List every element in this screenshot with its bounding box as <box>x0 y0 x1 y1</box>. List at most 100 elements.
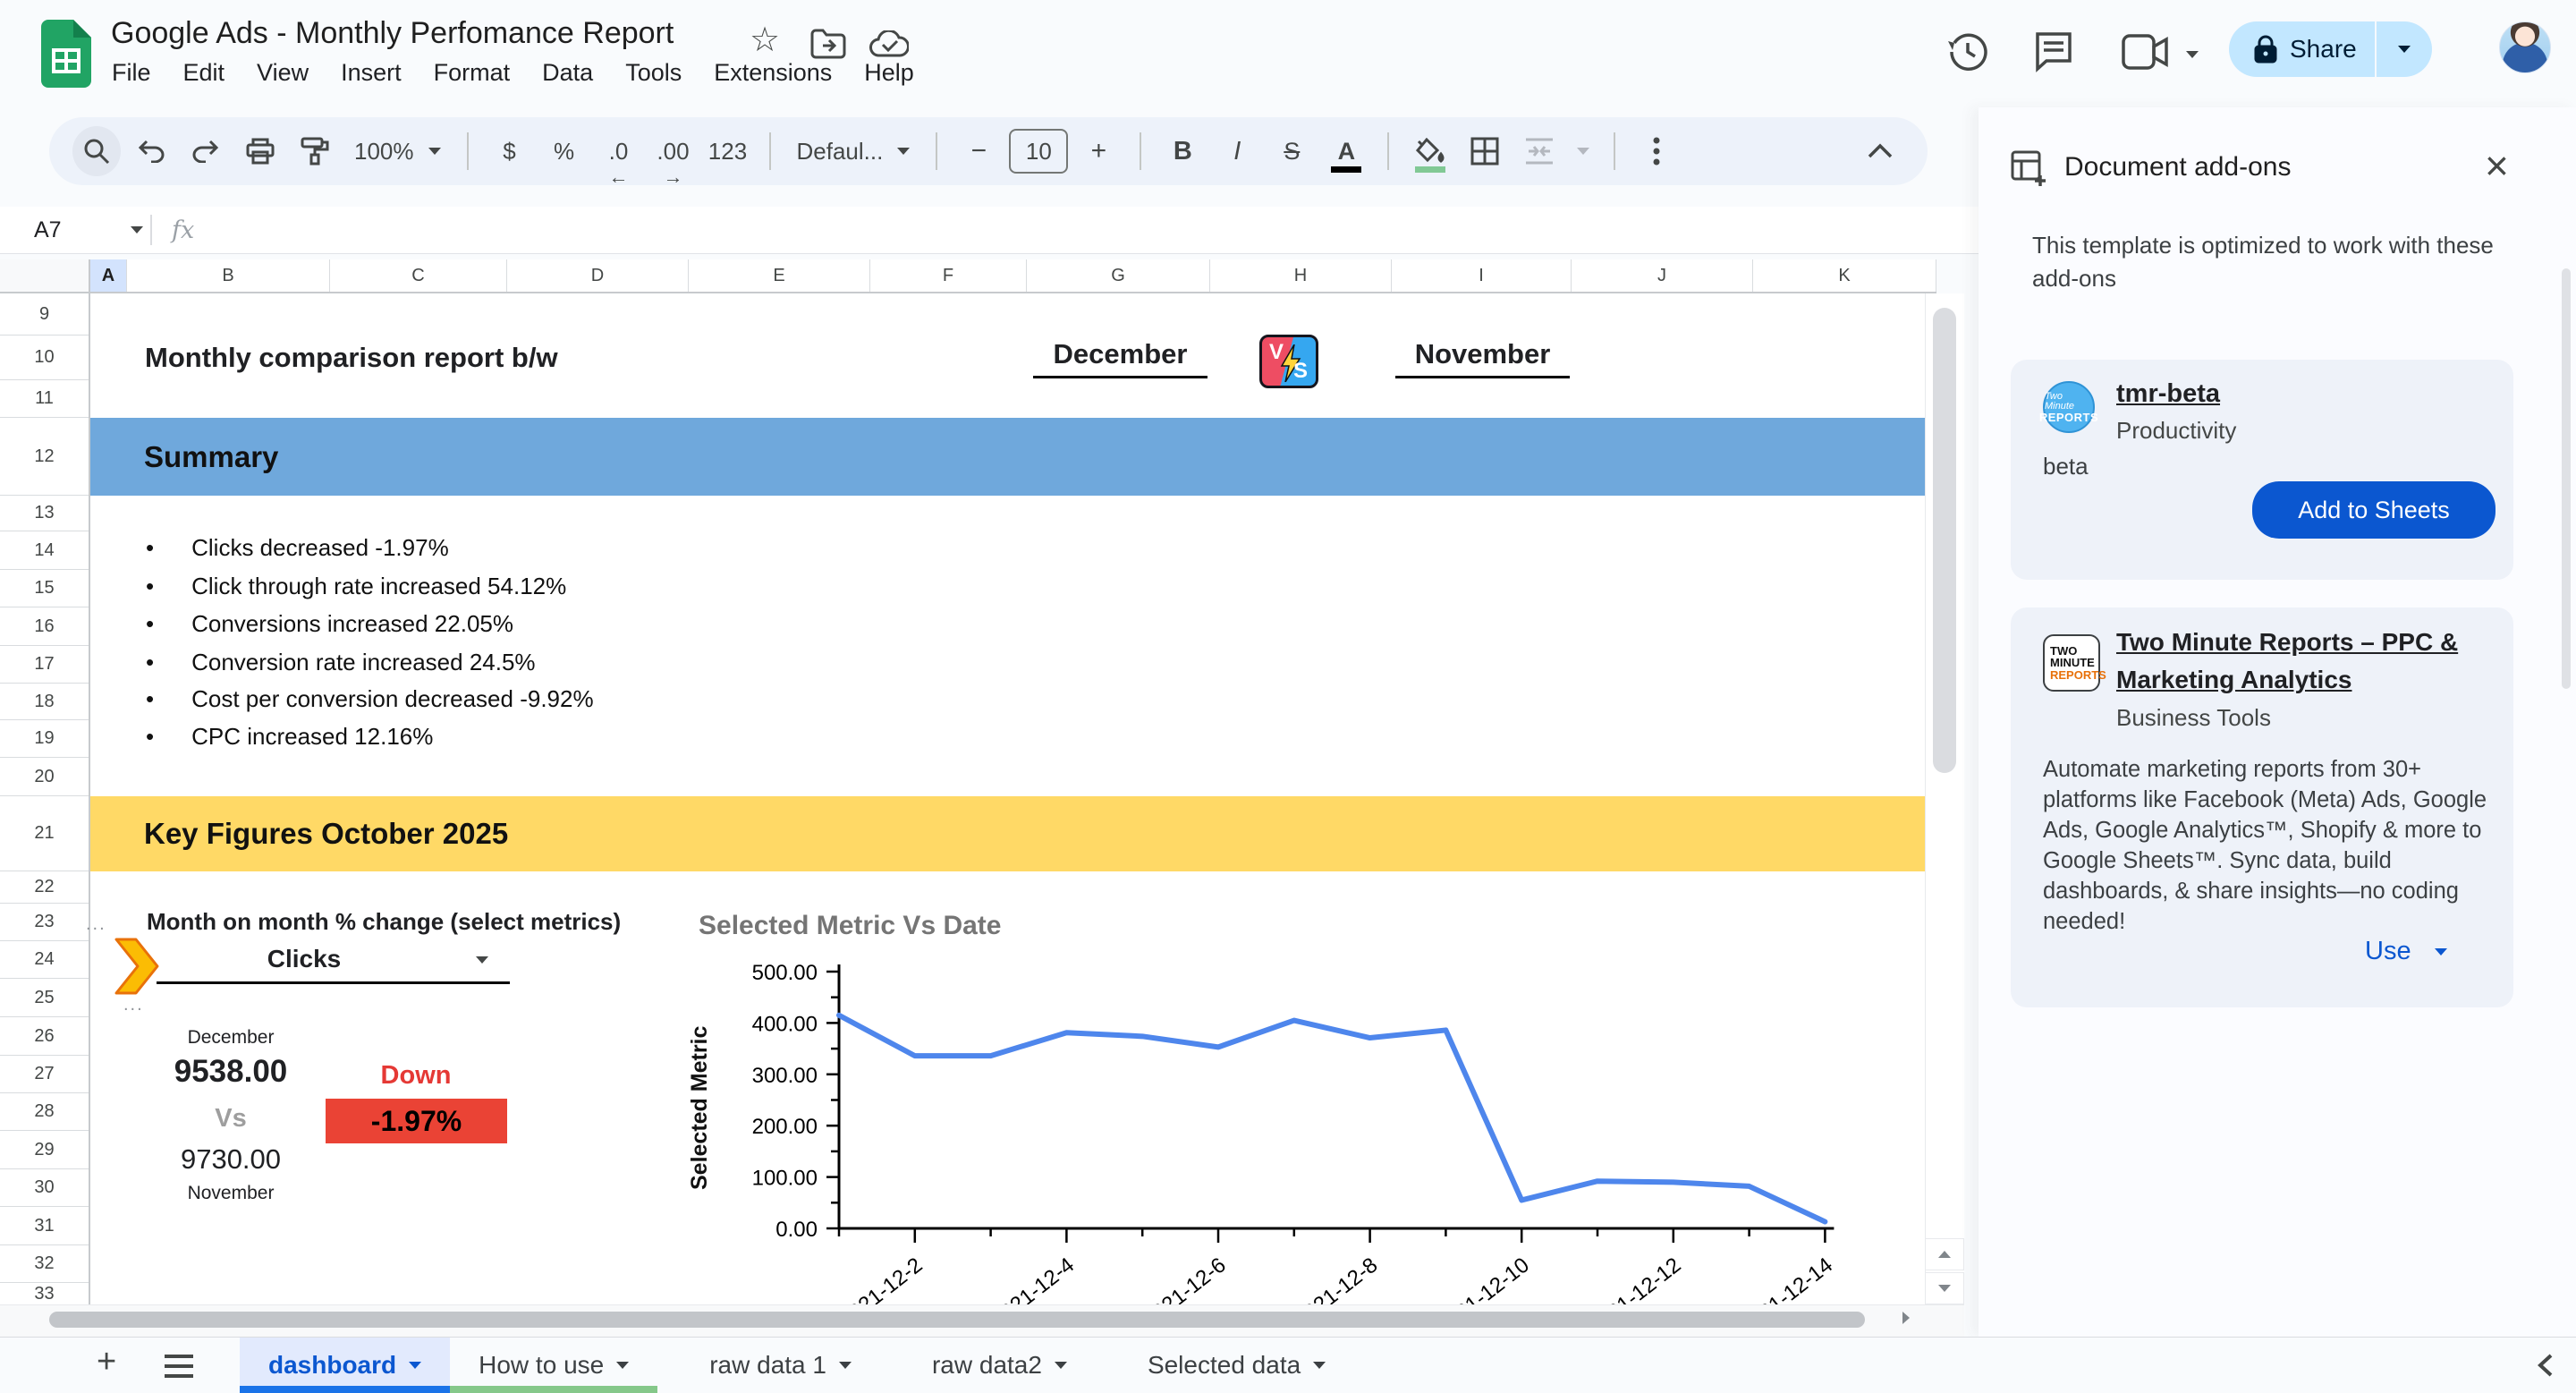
row-header-10[interactable]: 10 <box>0 336 89 380</box>
scroll-up-button[interactable] <box>1925 1238 1964 1270</box>
metric-dropdown-caret[interactable] <box>476 952 488 968</box>
document-title[interactable]: Google Ads - Monthly Perfomance Report <box>111 16 674 51</box>
font-size-input[interactable]: 10 <box>1009 129 1068 174</box>
column-header-B[interactable]: B <box>127 259 330 292</box>
merge-cells-button[interactable] <box>1515 126 1563 176</box>
print-icon[interactable] <box>236 126 284 176</box>
add-to-sheets-button[interactable]: Add to Sheets <box>2252 481 2496 539</box>
decrease-decimals-button[interactable]: .0← <box>595 126 643 176</box>
vertical-scrollbar-thumb[interactable] <box>1933 308 1956 773</box>
zoom-select[interactable]: 100% <box>345 126 450 176</box>
format-currency-button[interactable]: $ <box>486 126 534 176</box>
row-header-33[interactable]: 33 <box>0 1283 89 1304</box>
decrease-font-size-button[interactable]: − <box>954 126 1003 176</box>
sheet-tab-selected-data[interactable]: Selected data <box>1119 1338 1354 1393</box>
row-header-31[interactable]: 31 <box>0 1207 89 1245</box>
search-icon[interactable] <box>72 126 121 176</box>
sheet-tab-how-to-use[interactable]: How to use <box>450 1338 657 1393</box>
summary-band[interactable]: Summary <box>90 418 1936 496</box>
merge-dropdown-caret[interactable] <box>1570 126 1597 176</box>
borders-button[interactable] <box>1461 126 1509 176</box>
sheets-logo[interactable] <box>41 20 91 88</box>
row-header-17[interactable]: 17 <box>0 646 89 684</box>
move-to-folder-icon[interactable] <box>810 29 846 59</box>
row-header-16[interactable]: 16 <box>0 607 89 646</box>
row-header-27[interactable]: 27 <box>0 1056 89 1093</box>
horizontal-scrollbar-thumb[interactable] <box>49 1312 1865 1328</box>
row-header-26[interactable]: 26 <box>0 1017 89 1056</box>
column-header-E[interactable]: E <box>689 259 870 292</box>
meet-dropdown-caret[interactable] <box>2186 47 2199 63</box>
menu-help[interactable]: Help <box>849 57 929 89</box>
name-box[interactable]: A7 <box>0 217 143 243</box>
sheet-tab-raw-data-1[interactable]: raw data 1 <box>681 1338 880 1393</box>
sheet-tab-dashboard[interactable]: dashboard <box>240 1338 450 1393</box>
row-header-32[interactable]: 32 <box>0 1245 89 1283</box>
column-header-J[interactable]: J <box>1572 259 1753 292</box>
menu-format[interactable]: Format <box>419 57 526 89</box>
bold-button[interactable]: B <box>1158 126 1207 176</box>
avatar[interactable] <box>2499 21 2551 73</box>
menu-insert[interactable]: Insert <box>326 57 417 89</box>
add-sheet-button[interactable]: + <box>97 1343 116 1381</box>
italic-button[interactable]: I <box>1213 126 1261 176</box>
menu-view[interactable]: View <box>242 57 324 89</box>
grid-corner[interactable] <box>0 259 90 293</box>
star-icon[interactable]: ☆ <box>750 20 780 60</box>
sidebar-scrollbar-thumb[interactable] <box>2562 268 2571 689</box>
close-icon[interactable]: × <box>2485 141 2509 190</box>
key-figures-band[interactable]: Key Figures October 2025 <box>90 796 1936 871</box>
column-header-I[interactable]: I <box>1392 259 1572 292</box>
row-header-18[interactable]: 18 <box>0 684 89 720</box>
row-header-9[interactable]: 9 <box>0 293 89 336</box>
comments-icon[interactable] <box>2032 30 2075 73</box>
menu-edit[interactable]: Edit <box>168 57 241 89</box>
sheet-tab-caret[interactable] <box>1055 1362 1067 1369</box>
column-header-H[interactable]: H <box>1210 259 1392 292</box>
sheet-tab-caret[interactable] <box>616 1362 629 1369</box>
row-header-30[interactable]: 30 <box>0 1169 89 1207</box>
row-header-22[interactable]: 22 <box>0 871 89 904</box>
row-header-21[interactable]: 21 <box>0 796 89 871</box>
row-header-29[interactable]: 29 <box>0 1131 89 1169</box>
addon-name-link[interactable]: Two Minute Reports – PPC & Marketing Ana… <box>2116 624 2501 699</box>
all-sheets-icon[interactable] <box>163 1354 195 1379</box>
use-button[interactable]: Use <box>2365 937 2447 966</box>
cloud-saved-icon[interactable] <box>869 30 909 59</box>
scroll-right-button[interactable] <box>1900 1310 1912 1326</box>
increase-decimals-button[interactable]: .00→ <box>649 126 698 176</box>
column-header-F[interactable]: F <box>870 259 1027 292</box>
column-header-D[interactable]: D <box>507 259 689 292</box>
fill-color-button[interactable] <box>1406 126 1454 176</box>
column-header-C[interactable]: C <box>330 259 507 292</box>
row-header-25[interactable]: 25 <box>0 979 89 1017</box>
menu-extensions[interactable]: Extensions <box>699 57 847 89</box>
undo-icon[interactable] <box>127 126 175 176</box>
version-history-icon[interactable] <box>1946 30 1989 73</box>
addon-name-link[interactable]: tmr-beta <box>2116 379 2220 409</box>
sheet-tab-raw-data2[interactable]: raw data2 <box>903 1338 1096 1393</box>
scroll-down-button[interactable] <box>1925 1272 1964 1304</box>
row-header-23[interactable]: 23 <box>0 904 89 941</box>
more-formats-button[interactable]: 123 <box>704 126 752 176</box>
column-header-G[interactable]: G <box>1027 259 1210 292</box>
row-header-11[interactable]: 11 <box>0 380 89 418</box>
report-title[interactable]: Monthly comparison report b/w <box>145 342 558 374</box>
format-percent-button[interactable]: % <box>540 126 589 176</box>
column-header-A[interactable]: A <box>90 259 127 292</box>
sheet-tab-caret[interactable] <box>839 1362 852 1369</box>
text-color-button[interactable]: A <box>1322 126 1370 176</box>
menu-file[interactable]: File <box>97 57 166 89</box>
share-dropdown-caret[interactable] <box>2377 41 2432 57</box>
paint-format-icon[interactable] <box>291 126 339 176</box>
redo-icon[interactable] <box>182 126 230 176</box>
sheet-tab-caret[interactable] <box>1313 1362 1326 1369</box>
row-header-14[interactable]: 14 <box>0 531 89 570</box>
row-header-13[interactable]: 13 <box>0 496 89 531</box>
share-button[interactable]: Share <box>2229 21 2432 77</box>
row-header-24[interactable]: 24 <box>0 941 89 979</box>
strikethrough-button[interactable]: S <box>1267 126 1316 176</box>
menu-tools[interactable]: Tools <box>610 57 697 89</box>
row-header-12[interactable]: 12 <box>0 418 89 496</box>
increase-font-size-button[interactable]: + <box>1074 126 1123 176</box>
